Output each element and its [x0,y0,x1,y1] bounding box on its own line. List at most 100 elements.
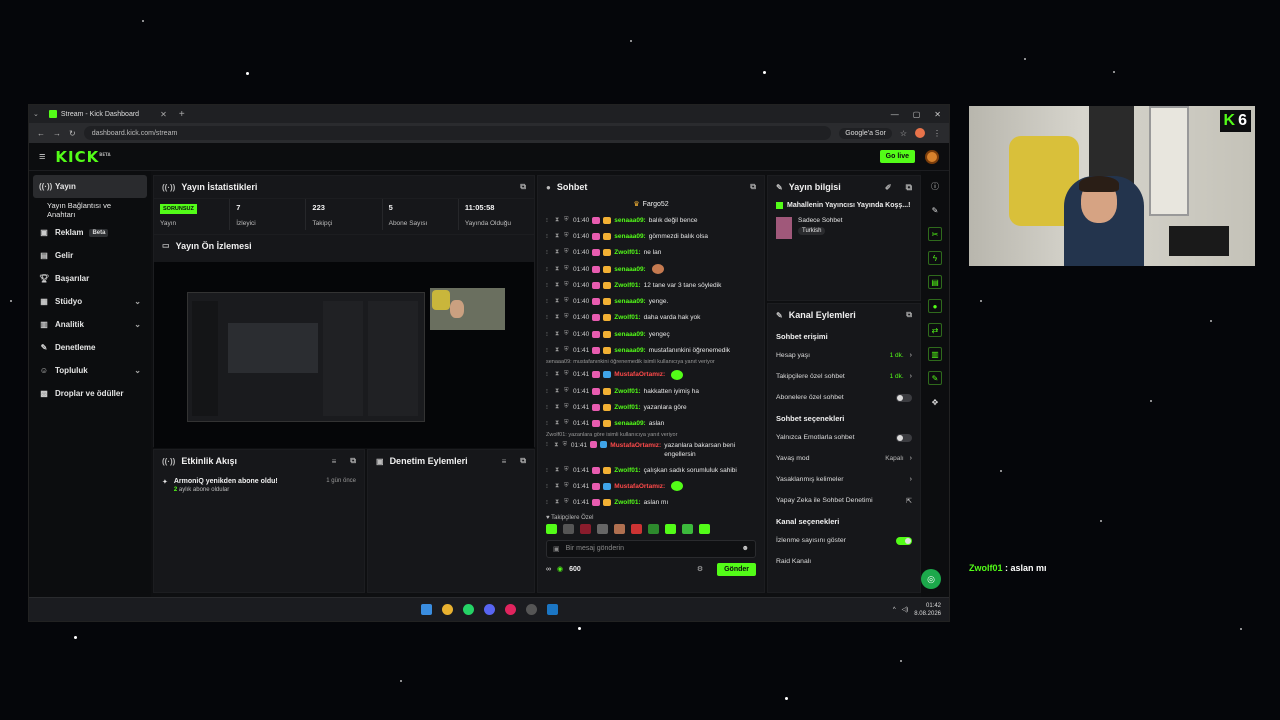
shield-icon[interactable]: ⛨ [564,331,570,338]
address-bar[interactable]: dashboard.kick.com/stream [83,126,832,140]
message-username[interactable]: MustafaOrtamız: [614,483,665,490]
timeout-icon[interactable]: ⧗ [555,331,561,338]
chat-message[interactable]: ⁝ ⧗ ⛨ 01:40 senaaa09: yenge. [546,293,756,309]
shield-icon[interactable]: ⛨ [564,499,570,506]
support-button[interactable]: ◎ [921,569,941,589]
timeout-icon[interactable]: ⧗ [555,404,561,411]
shield-icon[interactable]: ⛨ [564,233,570,240]
link-icon[interactable]: ∞ [546,566,551,573]
popout-icon[interactable]: ⧉ [520,456,526,466]
lightning-icon[interactable]: ϟ [928,251,942,265]
chat-input[interactable]: ▣ Bir mesaj gönderin ☻ [546,539,756,558]
chat-message[interactable]: ⁝ ⧗ ⛨ 01:40 senaaa09: balık değil bence [546,212,756,228]
kick-logo[interactable]: KICKBETA [55,148,110,166]
emotes-only-toggle[interactable] [896,433,912,442]
pin-icon[interactable]: ⁝ [546,371,552,378]
pin-icon[interactable]: ⁝ [546,388,552,395]
new-tab-icon[interactable]: + [179,109,185,120]
emote-icon[interactable] [699,523,710,534]
maximize-icon[interactable]: ▢ [913,110,921,119]
emote-icon[interactable] [597,523,608,534]
steam-icon[interactable] [546,604,558,615]
popout-icon[interactable]: ⧉ [520,182,526,192]
stream-preview[interactable] [154,262,534,448]
go-live-button[interactable]: Go live [879,150,915,163]
user-avatar[interactable] [925,149,939,164]
account-age-row[interactable]: Hesap yaşı 1 dk. › [768,345,920,366]
popout-icon[interactable]: ⧉ [750,182,756,192]
raid-icon[interactable]: ⇄ [928,323,942,337]
message-username[interactable]: senaaa09: [614,347,645,354]
message-username[interactable]: senaaa09: [614,266,645,273]
pin-icon[interactable]: ⁝ [546,266,552,273]
timeout-icon[interactable]: ⧗ [555,388,561,395]
sidebar-item-revenue[interactable]: ▤ Gelir [33,244,147,267]
filter-icon[interactable]: ≡ [502,457,507,466]
message-username[interactable]: Zwolf01: [614,249,640,256]
pin-icon[interactable]: ⁝ [546,483,552,490]
forward-icon[interactable]: → [53,129,61,138]
message-username[interactable]: Zwolf01: [614,388,640,395]
pin-icon[interactable]: ⁝ [546,347,552,354]
window-close-icon[interactable]: ✕ [934,110,941,119]
message-username[interactable]: senaaa09: [614,233,645,240]
sidebar-item-drops[interactable]: ▩ Droplar ve ödüller [33,382,147,405]
banned-words-row[interactable]: Yasaklanmış kelimeler › [768,469,920,490]
timeout-icon[interactable]: ⧗ [555,467,561,474]
chat-message[interactable]: ⁝ ⧗ ⛨ 01:40 senaaa09: gömmezdi balık olsa [546,228,756,244]
chat-message[interactable]: ⁝ ⧗ ⛨ 01:41 MustafaOrtamız: [546,367,756,383]
message-username[interactable]: Zwolf01: [614,314,640,321]
emote-icon[interactable] [580,523,591,534]
pin-icon[interactable]: ⁝ [546,298,552,305]
reload-icon[interactable]: ↻ [69,129,76,138]
chat-message[interactable]: ⁝ ⧗ ⛨ 01:40 Zwolf01: 12 tane var 3 tane söyle… [546,277,756,293]
timeout-icon[interactable]: ⧗ [555,217,561,224]
shield-icon[interactable]: ⛨ [564,298,570,305]
obs-icon[interactable] [525,604,537,615]
shield-icon[interactable]: ⛨ [564,249,570,256]
pin-icon[interactable]: ⁝ [546,420,552,427]
wrench-icon[interactable]: ✎ [928,371,942,385]
pin-icon[interactable]: ⁝ [546,314,552,321]
shield-icon[interactable]: ⛨ [564,217,570,224]
sidebar-item-achievements[interactable]: 🏆︎ Başarılar [33,267,147,290]
popout-icon[interactable]: ⧉ [906,310,912,320]
message-username[interactable]: MustafaOrtamız: [614,371,665,378]
pin-icon[interactable]: ⁝ [546,441,551,450]
emote-icon[interactable] [682,523,693,534]
message-username[interactable]: senaaa09: [614,217,645,224]
chrome-icon[interactable] [441,604,453,615]
timeout-icon[interactable]: ⧗ [555,298,561,305]
show-viewers-toggle[interactable] [896,536,912,545]
shield-icon[interactable]: ⛨ [564,420,570,427]
emote-icon[interactable] [648,523,659,534]
ai-moderation-row[interactable]: Yapay Zeka ile Sohbet Denetimi ⇱ [768,490,920,511]
gear-icon[interactable]: ⚙ [697,565,703,573]
whatsapp-icon[interactable] [462,604,474,615]
timeout-icon[interactable]: ⧗ [555,499,561,506]
chat-message[interactable]: ⁝ ⧗ ⛨ 01:41 senaaa09: aslan [546,416,756,432]
sidebar-item-stream[interactable]: ((·)) Yayın [33,175,147,198]
shield-icon[interactable]: ⛨ [564,282,570,289]
message-username[interactable]: senaaa09: [614,331,645,338]
bookmark-star-icon[interactable]: ☆ [900,129,907,138]
chat-message[interactable]: ⁝ ⧗ ⛨ 01:40 senaaa09: [546,261,756,277]
pin-icon[interactable]: ⁝ [546,217,552,224]
pinned-user[interactable]: ♛ Fargo52 [538,200,764,209]
tray-chevron-icon[interactable]: ^ [893,607,896,613]
shield-icon[interactable]: ⛨ [563,441,568,450]
volume-icon[interactable]: ◁) [902,606,909,613]
media-icon[interactable] [504,604,516,615]
timeout-icon[interactable]: ⧗ [555,314,561,321]
menu-icon[interactable]: ≡ [39,151,45,163]
sidebar-item-community[interactable]: ☺ Topluluk ⌄ [33,359,147,382]
message-username[interactable]: MustafaOrtamız: [610,441,661,450]
timeout-icon[interactable]: ⧗ [555,371,561,378]
profile-avatar[interactable] [915,128,925,138]
puzzle-icon[interactable]: ✥ [928,395,942,409]
shield-icon[interactable]: ⛨ [564,347,570,354]
timeout-icon[interactable]: ⧗ [555,282,561,289]
pin-icon[interactable]: ⁝ [546,404,552,411]
sidebar-item-ads[interactable]: ▣ Reklam Beta [33,221,147,244]
timeout-icon[interactable]: ⧗ [555,483,561,490]
